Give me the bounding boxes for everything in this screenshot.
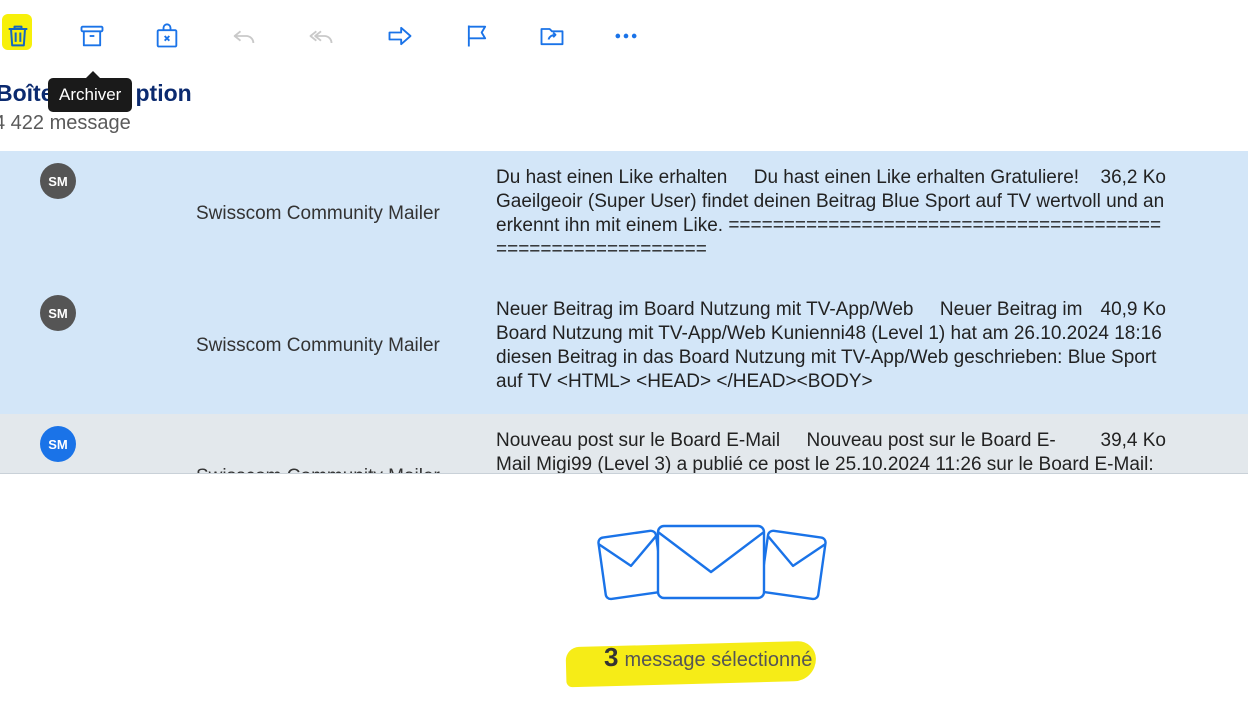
- message-preview: 39,4 Ko Nouveau post sur le Board E-Mail…: [496, 429, 1167, 473]
- folder-title-start: Boîte: [0, 80, 54, 106]
- toolbar: [0, 0, 1248, 72]
- sender-name: Swisscom Community Mailer: [196, 466, 440, 473]
- reply-button[interactable]: [226, 18, 262, 54]
- message-size: 39,4 Ko: [1100, 430, 1167, 451]
- spam-bag-icon: [156, 23, 178, 48]
- forward-icon: [388, 26, 412, 46]
- message-subject: Nouveau post sur le Board E-Mail: [496, 430, 781, 451]
- selection-summary: 3 message sélectionné: [565, 640, 818, 688]
- move-button[interactable]: [534, 18, 570, 54]
- delete-button[interactable]: [0, 18, 36, 54]
- sender-name: Swisscom Community Mailer: [196, 203, 440, 224]
- move-folder-icon: [540, 28, 564, 46]
- message-row[interactable]: SM Swisscom Community Mailer 36,2 Ko Du …: [0, 151, 1248, 283]
- message-size: 36,2 Ko: [1100, 167, 1167, 188]
- message-list: SM Swisscom Community Mailer 36,2 Ko Du …: [0, 151, 1248, 474]
- flag-button[interactable]: [459, 18, 495, 54]
- reply-all-button[interactable]: [303, 18, 339, 54]
- forward-button[interactable]: [382, 18, 418, 54]
- archive-button[interactable]: [74, 18, 110, 54]
- trash-icon: [8, 25, 28, 47]
- message-preview: 36,2 Ko Du hast einen Like erhalten Du h…: [496, 166, 1166, 262]
- selection-count: 3: [604, 642, 619, 672]
- selection-label: message sélectionné: [624, 649, 813, 671]
- archive-icon: [80, 25, 104, 47]
- flag-icon: [467, 25, 487, 47]
- message-subject: Du hast einen Like erhalten: [496, 167, 728, 188]
- archive-tooltip: Archiver: [48, 71, 133, 112]
- message-size: 40,9 Ko: [1100, 299, 1167, 320]
- more-icon: [615, 33, 637, 39]
- message-subject: Neuer Beitrag im Board Nutzung mit TV-Ap…: [496, 299, 914, 320]
- more-button[interactable]: [608, 18, 644, 54]
- message-row[interactable]: SM Swisscom Community Mailer 40,9 Ko Neu…: [0, 283, 1248, 414]
- message-count: 4 422 message: [0, 112, 131, 134]
- reply-icon: [233, 30, 255, 44]
- avatar: SM: [40, 295, 76, 331]
- avatar: SM: [40, 426, 76, 462]
- spam-button[interactable]: [149, 18, 185, 54]
- folder-title-end: ption: [135, 80, 192, 106]
- selection-text: 3 message sélectionné: [604, 642, 812, 673]
- sender-name: Swisscom Community Mailer: [196, 335, 440, 356]
- message-preview: 40,9 Ko Neuer Beitrag im Board Nutzung m…: [496, 298, 1166, 394]
- message-row[interactable]: SM Swisscom Community Mailer 39,4 Ko Nou…: [0, 414, 1248, 473]
- multiple-envelopes-icon: [597, 524, 827, 601]
- avatar: SM: [40, 163, 76, 199]
- reply-all-icon: [309, 30, 333, 44]
